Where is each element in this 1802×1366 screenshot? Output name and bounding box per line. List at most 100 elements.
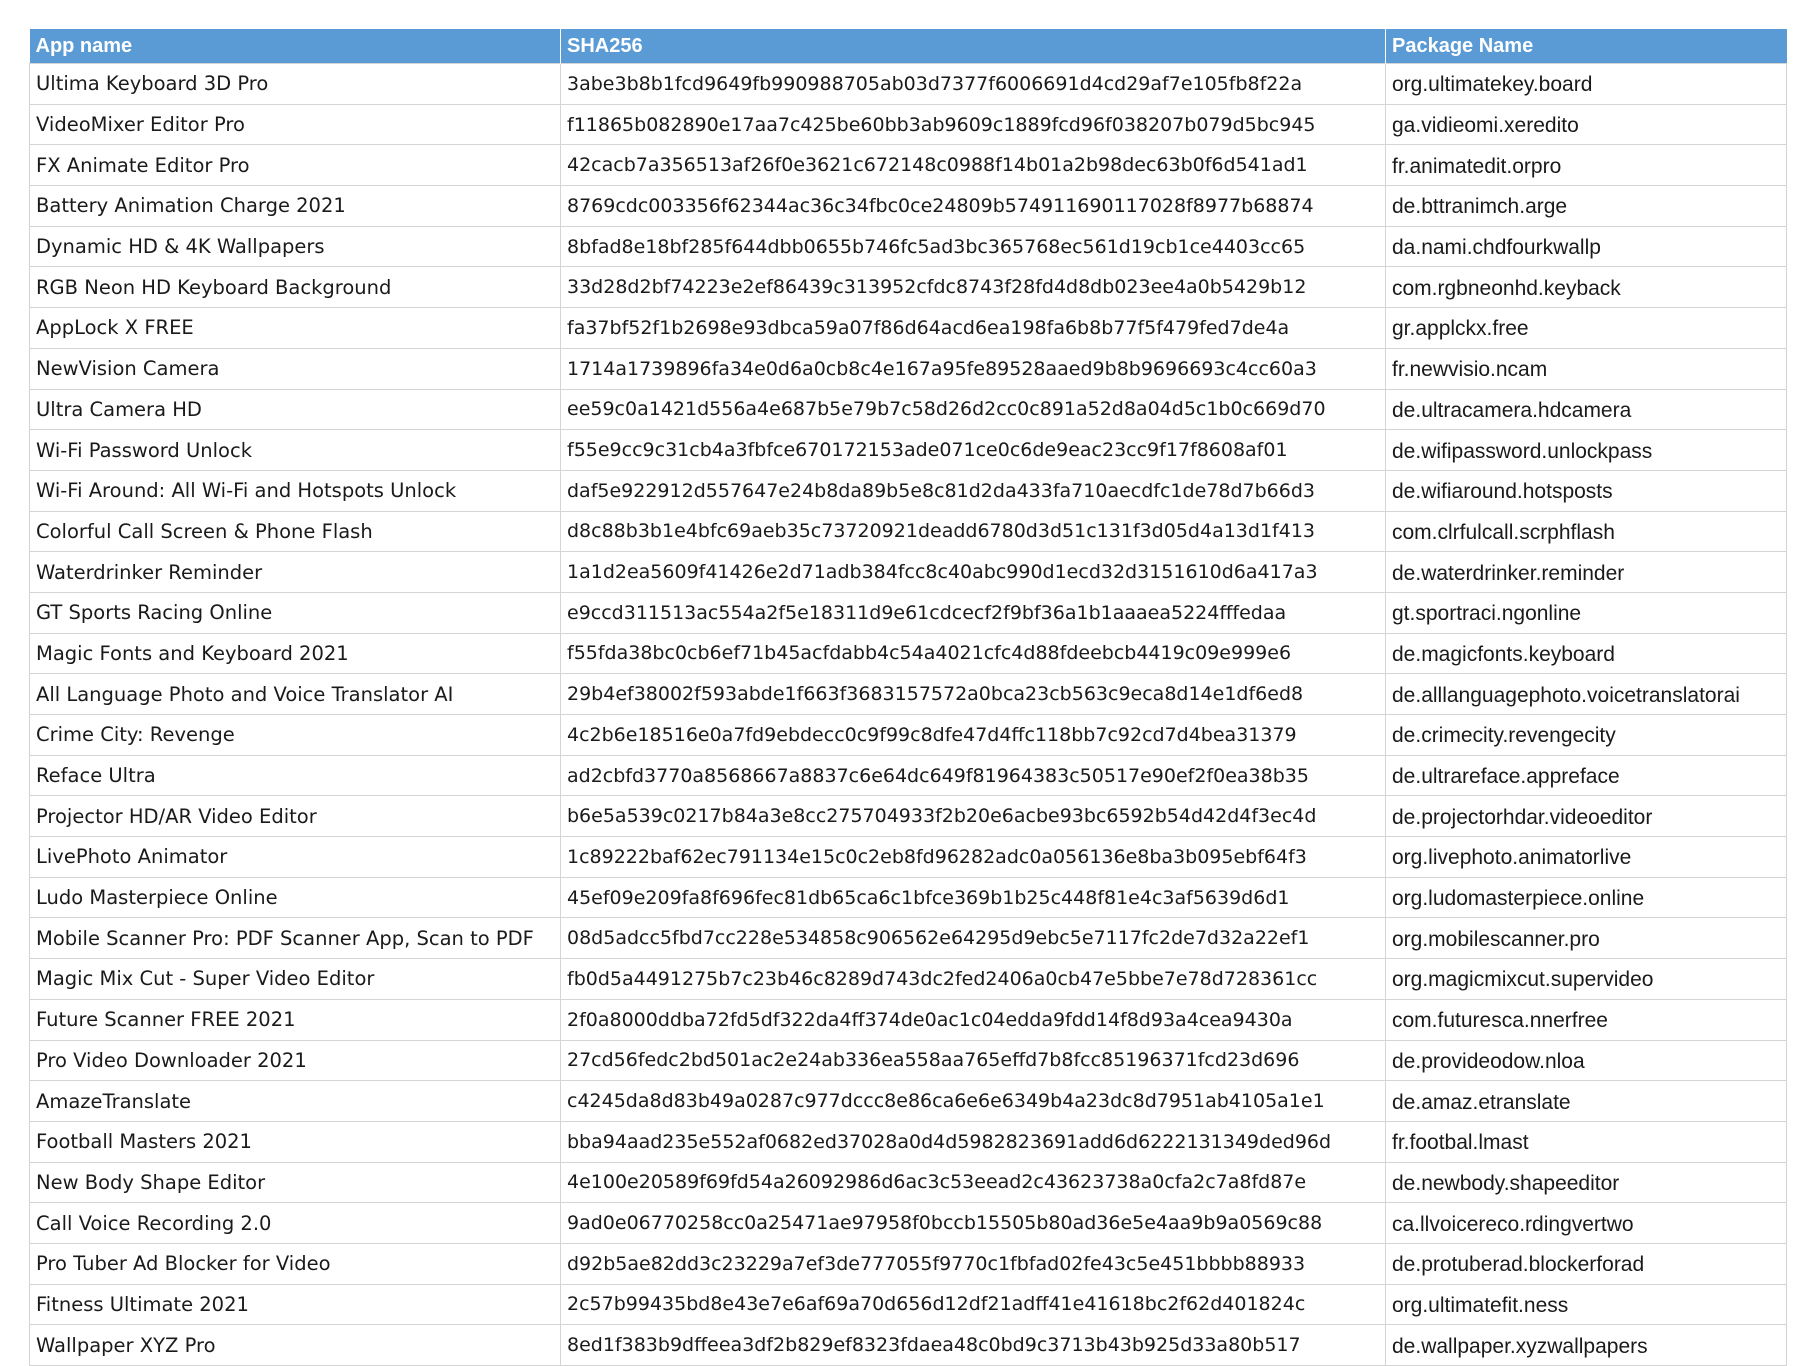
cell-package-name: de.waterdrinker.reminder	[1385, 551, 1787, 593]
table-row: Dynamic HD & 4K Wallpapers 8bfad8e18bf285…	[29, 225, 1787, 268]
cell-sha256: 9ad0e06770258cc0a25471ae97958f0bccb15505…	[560, 1202, 1386, 1244]
cell-app-name: Projector HD/AR Video Editor	[29, 795, 561, 838]
cell-package-name: de.wifiaround.hotsposts	[1385, 469, 1787, 512]
cell-package-name: gr.applckx.free	[1385, 307, 1787, 349]
table-row: AmazeTranslate c4245da8d83b49a0287c977dcc…	[29, 1080, 1787, 1122]
cell-package-name: org.ultimatekey.board	[1385, 63, 1787, 105]
app-table-container: App name SHA256 Package Name Ultima Keyb…	[29, 29, 1787, 1366]
table-row: Magic Mix Cut - Super Video Editor fb0d5a…	[29, 958, 1787, 1000]
cell-app-name: All Language Photo and Voice Translator …	[29, 673, 561, 715]
cell-app-name: LivePhoto Animator	[29, 836, 561, 878]
cell-app-name: Magic Mix Cut - Super Video Editor	[29, 958, 561, 1000]
table-row: Wi-Fi Password Unlock f55e9cc9c31cb4a3fbf…	[29, 429, 1787, 471]
cell-package-name: de.wifipassword.unlockpass	[1385, 429, 1787, 471]
table-header: App name SHA256 Package Name	[29, 29, 1787, 64]
table-row: Magic Fonts and Keyboard 2021 f55fda38bc0…	[29, 632, 1787, 675]
cell-package-name: org.ludomasterpiece.online	[1385, 876, 1787, 919]
cell-sha256: f55fda38bc0cb6ef71b45acfdabb4c54a4021cfc…	[560, 632, 1386, 675]
table-row: Wi-Fi Around: All Wi-Fi and Hotspots Unl…	[29, 469, 1787, 512]
table-row: All Language Photo and Voice Translator …	[29, 673, 1787, 715]
cell-sha256: f11865b082890e17aa7c425be60bb3ab9609c188…	[560, 103, 1386, 146]
header-row: App name SHA256 Package Name	[29, 29, 1787, 64]
table-row: Wallpaper XYZ Pro 8ed1f383b9dffeea3df2b82…	[29, 1324, 1787, 1366]
cell-package-name: fr.newvisio.ncam	[1385, 347, 1787, 390]
cell-package-name: org.mobilescanner.pro	[1385, 917, 1787, 960]
cell-package-name: com.futuresca.nnerfree	[1385, 998, 1787, 1041]
cell-app-name: Wi-Fi Around: All Wi-Fi and Hotspots Unl…	[29, 469, 561, 512]
cell-app-name: Ultima Keyboard 3D Pro	[29, 63, 561, 105]
cell-package-name: fr.animatedit.orpro	[1385, 144, 1787, 187]
cell-package-name: de.ultracamera.hdcamera	[1385, 388, 1787, 431]
cell-sha256: fa37bf52f1b2698e93dbca59a07f86d64acd6ea1…	[560, 307, 1386, 349]
table-row: Battery Animation Charge 2021 8769cdc0033…	[29, 185, 1787, 227]
cell-package-name: fr.footbal.lmast	[1385, 1120, 1787, 1163]
cell-app-name: Wi-Fi Password Unlock	[29, 429, 561, 471]
cell-sha256: 8bfad8e18bf285f644dbb0655b746fc5ad3bc365…	[560, 225, 1386, 268]
cell-sha256: fb0d5a4491275b7c23b46c8289d743dc2fed2406…	[560, 958, 1386, 1000]
cell-package-name: de.protuberad.blockerforad	[1385, 1242, 1787, 1285]
cell-package-name: com.clrfulcall.scrphflash	[1385, 510, 1787, 553]
table-row: Pro Tuber Ad Blocker for Video d92b5ae82d…	[29, 1242, 1787, 1285]
cell-app-name: Future Scanner FREE 2021	[29, 998, 561, 1041]
cell-sha256: 2c57b99435bd8e43e7e6af69a70d656d12df21ad…	[560, 1283, 1386, 1326]
table-row: New Body Shape Editor 4e100e20589f69fd54a…	[29, 1161, 1787, 1204]
cell-app-name: RGB Neon HD Keyboard Background	[29, 266, 561, 309]
cell-app-name: Reface Ultra	[29, 754, 561, 797]
cell-sha256: 8769cdc003356f62344ac36c34fbc0ce24809b57…	[560, 185, 1386, 227]
header-sha256: SHA256	[560, 29, 1386, 64]
cell-app-name: New Body Shape Editor	[29, 1161, 561, 1204]
cell-sha256: b6e5a539c0217b84a3e8cc275704933f2b20e6ac…	[560, 795, 1386, 838]
table-row: NewVision Camera 1714a1739896fa34e0d6a0cb…	[29, 347, 1787, 390]
cell-app-name: Waterdrinker Reminder	[29, 551, 561, 593]
table-row: Reface Ultra ad2cbfd3770a8568667a8837c6e6…	[29, 754, 1787, 797]
cell-sha256: 1c89222baf62ec791134e15c0c2eb8fd96282adc…	[560, 836, 1386, 878]
cell-sha256: d8c88b3b1e4bfc69aeb35c73720921deadd6780d…	[560, 510, 1386, 553]
cell-sha256: f55e9cc9c31cb4a3fbfce670172153ade071ce0c…	[560, 429, 1386, 471]
table-row: FX Animate Editor Pro 42cacb7a356513af26f…	[29, 144, 1787, 187]
cell-package-name: ca.llvoicereco.rdingvertwo	[1385, 1202, 1787, 1244]
cell-package-name: org.livephoto.animatorlive	[1385, 836, 1787, 878]
cell-sha256: 1714a1739896fa34e0d6a0cb8c4e167a95fe8952…	[560, 347, 1386, 390]
header-app-name: App name	[29, 29, 561, 64]
table-row: LivePhoto Animator 1c89222baf62ec791134e1…	[29, 836, 1787, 878]
table-row: Waterdrinker Reminder 1a1d2ea5609f41426e2…	[29, 551, 1787, 593]
table-row: VideoMixer Editor Pro f11865b082890e17aa7…	[29, 103, 1787, 146]
cell-package-name: ga.vidieomi.xeredito	[1385, 103, 1787, 146]
cell-sha256: ad2cbfd3770a8568667a8837c6e64dc649f81964…	[560, 754, 1386, 797]
cell-app-name: AmazeTranslate	[29, 1080, 561, 1122]
cell-sha256: 3abe3b8b1fcd9649fb990988705ab03d7377f600…	[560, 63, 1386, 105]
table-row: Pro Video Downloader 2021 27cd56fedc2bd50…	[29, 1039, 1787, 1082]
cell-package-name: de.magicfonts.keyboard	[1385, 632, 1787, 675]
cell-app-name: GT Sports Racing Online	[29, 591, 561, 634]
cell-sha256: ee59c0a1421d556a4e687b5e79b7c58d26d2cc0c…	[560, 388, 1386, 431]
cell-sha256: d92b5ae82dd3c23229a7ef3de777055f9770c1fb…	[560, 1242, 1386, 1285]
cell-sha256: 8ed1f383b9dffeea3df2b829ef8323fdaea48c0b…	[560, 1324, 1386, 1366]
cell-app-name: AppLock X FREE	[29, 307, 561, 349]
cell-sha256: daf5e922912d557647e24b8da89b5e8c81d2da43…	[560, 469, 1386, 512]
cell-app-name: Crime City: Revenge	[29, 714, 561, 756]
cell-sha256: 27cd56fedc2bd501ac2e24ab336ea558aa765eff…	[560, 1039, 1386, 1082]
cell-app-name: Pro Video Downloader 2021	[29, 1039, 561, 1082]
cell-sha256: 42cacb7a356513af26f0e3621c672148c0988f14…	[560, 144, 1386, 187]
table-row: Ultra Camera HD ee59c0a1421d556a4e687b5e7…	[29, 388, 1787, 431]
cell-package-name: da.nami.chdfourkwallp	[1385, 225, 1787, 268]
cell-sha256: e9ccd311513ac554a2f5e18311d9e61cdcecf2f9…	[560, 591, 1386, 634]
cell-app-name: Football Masters 2021	[29, 1120, 561, 1163]
table-row: Colorful Call Screen & Phone Flash d8c88b…	[29, 510, 1787, 553]
table-row: Ultima Keyboard 3D Pro 3abe3b8b1fcd9649fb…	[29, 63, 1787, 105]
table-row: Future Scanner FREE 2021 2f0a8000ddba72fd…	[29, 998, 1787, 1041]
cell-package-name: de.newbody.shapeeditor	[1385, 1161, 1787, 1204]
cell-sha256: 33d28d2bf74223e2ef86439c313952cfdc8743f2…	[560, 266, 1386, 309]
cell-package-name: gt.sportraci.ngonline	[1385, 591, 1787, 634]
table-body: Ultima Keyboard 3D Pro 3abe3b8b1fcd9649fb…	[29, 63, 1787, 1366]
cell-app-name: VideoMixer Editor Pro	[29, 103, 561, 146]
cell-app-name: Dynamic HD & 4K Wallpapers	[29, 225, 561, 268]
table-row: RGB Neon HD Keyboard Background 33d28d2bf…	[29, 266, 1787, 309]
cell-sha256: 29b4ef38002f593abde1f663f3683157572a0bca…	[560, 673, 1386, 715]
cell-package-name: de.projectorhdar.videoeditor	[1385, 795, 1787, 838]
cell-sha256: 45ef09e209fa8f696fec81db65ca6c1bfce369b1…	[560, 876, 1386, 919]
cell-app-name: Fitness Ultimate 2021	[29, 1283, 561, 1326]
table-row: Ludo Masterpiece Online 45ef09e209fa8f696…	[29, 876, 1787, 919]
table-row: Projector HD/AR Video Editor b6e5a539c021…	[29, 795, 1787, 838]
cell-app-name: Magic Fonts and Keyboard 2021	[29, 632, 561, 675]
